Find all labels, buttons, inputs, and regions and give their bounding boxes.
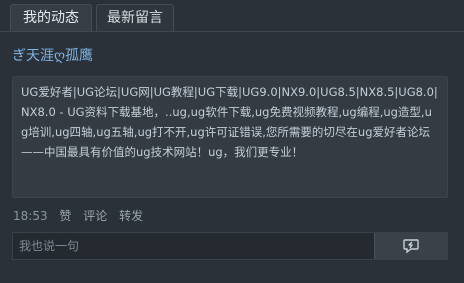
reply-box — [12, 232, 448, 260]
tab-my-feed[interactable]: 我的动态 — [10, 4, 92, 32]
reply-input[interactable] — [13, 233, 375, 259]
send-button[interactable] — [374, 233, 447, 259]
post-author[interactable]: ぎ天涯ღ孤鹰 — [12, 45, 93, 65]
post-time: 18:53 — [13, 209, 48, 223]
tab-latest-messages[interactable]: 最新留言 — [96, 4, 174, 31]
tab-divider — [0, 31, 464, 32]
send-icon — [403, 239, 419, 254]
comment-button[interactable]: 评论 — [83, 209, 107, 223]
like-button[interactable]: 赞 — [59, 209, 71, 223]
post-meta: 18:53 赞 评论 转发 — [13, 207, 151, 224]
post-card: UG爱好者|UG论坛|UG网|UG教程|UG下载|UG9.0|NX9.0|UG8… — [12, 76, 448, 198]
tab-bar: 我的动态 最新留言 — [0, 0, 464, 32]
post-text: UG爱好者|UG论坛|UG网|UG教程|UG下载|UG9.0|NX9.0|UG8… — [21, 85, 438, 159]
forward-button[interactable]: 转发 — [119, 209, 143, 223]
